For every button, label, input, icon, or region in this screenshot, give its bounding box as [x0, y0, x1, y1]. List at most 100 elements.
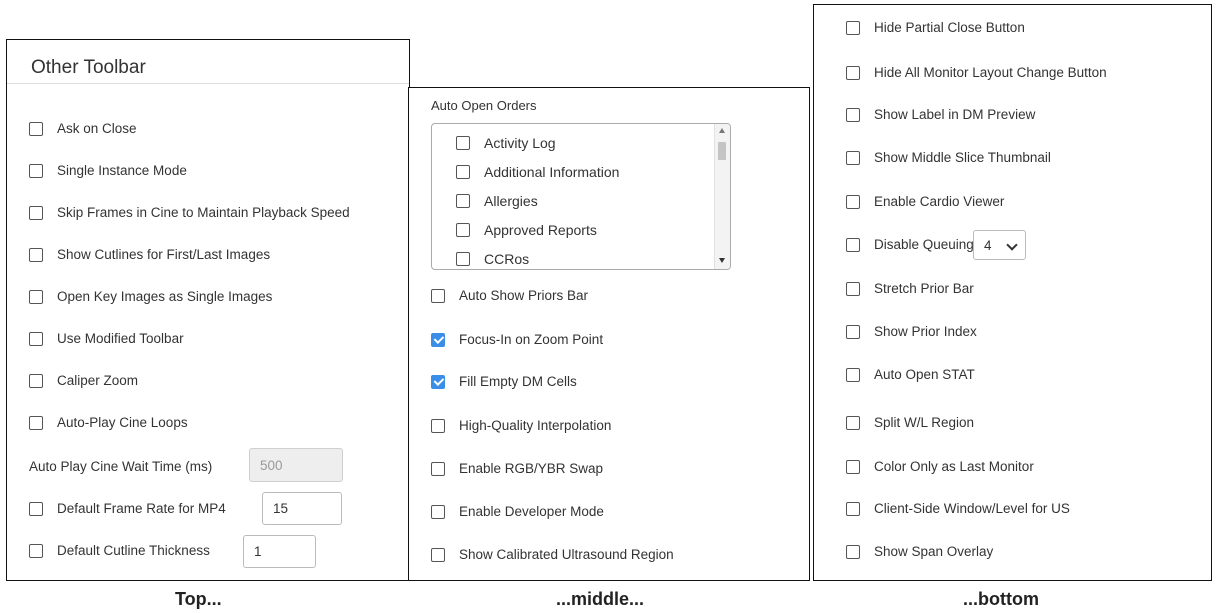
- auto-show-priors-checkbox[interactable]: Auto Show Priors Bar: [431, 288, 588, 303]
- skip-frames-checkbox[interactable]: Skip Frames in Cine to Maintain Playback…: [29, 205, 350, 220]
- checkbox-icon[interactable]: [29, 205, 43, 220]
- checkbox-icon[interactable]: [29, 331, 43, 346]
- developer-mode-checkbox[interactable]: Enable Developer Mode: [431, 504, 604, 519]
- split-wl-region-checkbox[interactable]: Split W/L Region: [846, 415, 974, 430]
- fill-empty-dm-checkbox[interactable]: Fill Empty DM Cells: [431, 374, 577, 389]
- checkbox-label: Show Prior Index: [874, 324, 977, 339]
- checkbox-icon[interactable]: [29, 163, 43, 178]
- checkbox-icon[interactable]: [29, 289, 43, 304]
- disable-queuing-checkbox[interactable]: Disable Queuing: [846, 237, 974, 252]
- checkbox-label: Hide All Monitor Layout Change Button: [874, 65, 1107, 80]
- queuing-select[interactable]: 4: [973, 230, 1026, 260]
- scroll-down-arrow-icon[interactable]: [719, 258, 725, 263]
- checkbox-icon[interactable]: [456, 194, 470, 208]
- checkbox-checked-icon[interactable]: [431, 332, 445, 347]
- cardio-viewer-checkbox[interactable]: Enable Cardio Viewer: [846, 194, 1004, 209]
- checkbox-icon[interactable]: [29, 121, 43, 136]
- auto-play-cine-checkbox[interactable]: Auto-Play Cine Loops: [29, 415, 188, 430]
- show-label-dm-preview-checkbox[interactable]: Show Label in DM Preview: [846, 107, 1035, 122]
- show-prior-index-checkbox[interactable]: Show Prior Index: [846, 324, 977, 339]
- middle-slice-thumbnail-checkbox[interactable]: Show Middle Slice Thumbnail: [846, 150, 1051, 165]
- checkbox-icon[interactable]: [29, 501, 43, 516]
- checkbox-icon[interactable]: [846, 367, 860, 382]
- checkbox-label: Use Modified Toolbar: [57, 331, 184, 346]
- stretch-prior-bar-checkbox[interactable]: Stretch Prior Bar: [846, 281, 974, 296]
- checkbox-label: Focus-In on Zoom Point: [459, 332, 604, 347]
- checkbox-icon[interactable]: [846, 281, 860, 296]
- checkbox-icon[interactable]: [431, 288, 445, 303]
- checkbox-icon[interactable]: [29, 415, 43, 430]
- checkbox-icon[interactable]: [431, 418, 445, 433]
- order-item[interactable]: CCRos: [456, 251, 529, 267]
- checkbox-label: Open Key Images as Single Images: [57, 289, 273, 304]
- checkbox-label: Color Only as Last Monitor: [874, 459, 1034, 474]
- frame-rate-input[interactable]: 15: [262, 492, 342, 525]
- order-item[interactable]: Allergies: [456, 193, 538, 209]
- checkbox-label: Show Calibrated Ultrasound Region: [459, 547, 674, 562]
- checkbox-icon[interactable]: [29, 543, 43, 558]
- open-key-images-checkbox[interactable]: Open Key Images as Single Images: [29, 289, 272, 304]
- checkbox-label: Caliper Zoom: [57, 373, 139, 388]
- orders-listbox[interactable]: Activity Log Additional Information Alle…: [431, 123, 731, 270]
- checkbox-icon[interactable]: [846, 415, 860, 430]
- checkbox-label: Auto Show Priors Bar: [459, 288, 589, 303]
- scroll-thumb[interactable]: [718, 142, 726, 160]
- checkbox-icon[interactable]: [456, 136, 470, 150]
- wait-time-input[interactable]: 500: [249, 448, 343, 482]
- checkbox-icon[interactable]: [846, 324, 860, 339]
- checkbox-icon[interactable]: [29, 373, 43, 388]
- checkbox-icon[interactable]: [846, 65, 860, 80]
- single-instance-checkbox[interactable]: Single Instance Mode: [29, 163, 187, 178]
- order-item[interactable]: Activity Log: [456, 135, 556, 151]
- frame-rate-checkbox[interactable]: Default Frame Rate for MP4: [29, 501, 226, 516]
- checkbox-label: Show Middle Slice Thumbnail: [874, 150, 1051, 165]
- checkbox-icon[interactable]: [846, 501, 860, 516]
- checkbox-icon[interactable]: [431, 461, 445, 476]
- checkbox-icon[interactable]: [29, 247, 43, 262]
- panel-top: Other Toolbar Ask on Close Single Instan…: [6, 39, 410, 581]
- panel-bottom: Hide Partial Close Button Hide All Monit…: [813, 4, 1212, 581]
- cutline-thickness-checkbox[interactable]: Default Cutline Thickness: [29, 543, 210, 558]
- orders-scrollbar[interactable]: [714, 124, 730, 269]
- checkbox-icon[interactable]: [456, 252, 470, 266]
- focus-in-zoom-checkbox[interactable]: Focus-In on Zoom Point: [431, 332, 603, 347]
- checkbox-icon[interactable]: [846, 107, 860, 122]
- checkbox-icon[interactable]: [431, 504, 445, 519]
- checkbox-icon[interactable]: [846, 150, 860, 165]
- divider: [7, 83, 409, 84]
- checkbox-label: Enable Cardio Viewer: [874, 194, 1005, 209]
- scroll-up-arrow-icon[interactable]: [719, 128, 725, 133]
- checkbox-checked-icon[interactable]: [431, 374, 445, 389]
- ask-on-close-checkbox[interactable]: Ask on Close: [29, 121, 137, 136]
- checkbox-icon[interactable]: [846, 459, 860, 474]
- show-cutlines-checkbox[interactable]: Show Cutlines for First/Last Images: [29, 247, 270, 262]
- checkbox-icon[interactable]: [456, 165, 470, 179]
- checkbox-label: Disable Queuing: [874, 237, 974, 252]
- color-last-monitor-checkbox[interactable]: Color Only as Last Monitor: [846, 459, 1034, 474]
- order-item[interactable]: Approved Reports: [456, 222, 597, 238]
- rgb-ybr-swap-checkbox[interactable]: Enable RGB/YBR Swap: [431, 461, 603, 476]
- caliper-zoom-checkbox[interactable]: Caliper Zoom: [29, 373, 138, 388]
- checkbox-icon[interactable]: [846, 544, 860, 559]
- checkbox-icon[interactable]: [456, 223, 470, 237]
- checkbox-icon[interactable]: [431, 547, 445, 562]
- wait-time-label: Auto Play Cine Wait Time (ms): [29, 459, 213, 474]
- hide-monitor-layout-checkbox[interactable]: Hide All Monitor Layout Change Button: [846, 65, 1107, 80]
- calibrated-us-region-checkbox[interactable]: Show Calibrated Ultrasound Region: [431, 547, 674, 562]
- hide-partial-close-checkbox[interactable]: Hide Partial Close Button: [846, 20, 1025, 35]
- modified-toolbar-checkbox[interactable]: Use Modified Toolbar: [29, 331, 184, 346]
- checkbox-label: Default Frame Rate for MP4: [57, 501, 226, 516]
- high-quality-interp-checkbox[interactable]: High-Quality Interpolation: [431, 418, 611, 433]
- checkbox-icon[interactable]: [846, 20, 860, 35]
- auto-open-stat-checkbox[interactable]: Auto Open STAT: [846, 367, 975, 382]
- client-side-wl-checkbox[interactable]: Client-Side Window/Level for US: [846, 501, 1070, 516]
- order-label: CCRos: [484, 251, 530, 267]
- checkbox-icon[interactable]: [846, 194, 860, 209]
- checkbox-icon[interactable]: [846, 237, 860, 252]
- cutline-thickness-input[interactable]: 1: [243, 535, 316, 568]
- checkbox-label: Fill Empty DM Cells: [459, 374, 577, 389]
- select-value: 4: [984, 237, 992, 253]
- chevron-down-icon: [1006, 239, 1018, 251]
- span-overlay-checkbox[interactable]: Show Span Overlay: [846, 544, 993, 559]
- order-item[interactable]: Additional Information: [456, 164, 619, 180]
